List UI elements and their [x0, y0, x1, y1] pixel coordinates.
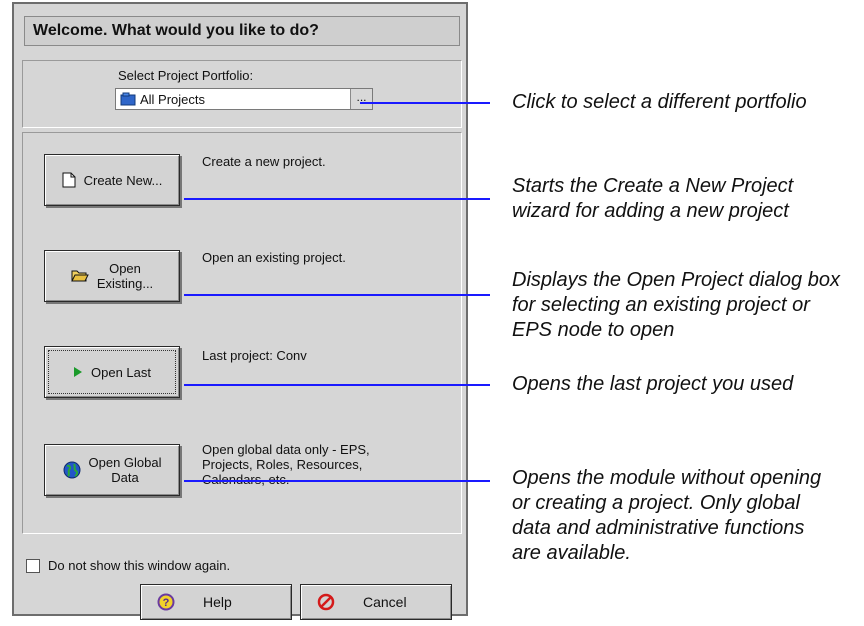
- portfolio-select[interactable]: All Projects ...: [115, 88, 373, 110]
- callout-line-open: [184, 294, 490, 296]
- dialog-title: Welcome. What would you like to do?: [24, 16, 460, 46]
- open-existing-label: Open Existing...: [97, 261, 153, 291]
- open-existing-button[interactable]: Open Existing...: [44, 250, 180, 302]
- globe-icon: [63, 461, 80, 479]
- annotation-global: Opens the module without opening or crea…: [512, 467, 822, 564]
- cancel-icon: [317, 593, 335, 611]
- create-new-button[interactable]: Create New...: [44, 154, 180, 206]
- open-global-data-label-line2: Data: [111, 470, 139, 485]
- portfolio-icon: [120, 92, 136, 106]
- open-existing-description: Open an existing project.: [202, 250, 346, 265]
- do-not-show-label: Do not show this window again.: [48, 558, 231, 573]
- cancel-label: Cancel: [363, 594, 407, 610]
- create-new-label: Create New...: [83, 172, 163, 188]
- svg-text:?: ?: [163, 597, 170, 609]
- create-new-description: Create a new project.: [202, 154, 326, 169]
- welcome-dialog: Welcome. What would you like to do? Sele…: [12, 2, 468, 620]
- open-last-label: Open Last: [91, 364, 151, 380]
- open-folder-icon: [71, 270, 89, 282]
- callout-line-create: [184, 198, 490, 200]
- open-global-data-label-line1: Open Global: [88, 455, 162, 470]
- help-label: Help: [203, 594, 232, 610]
- play-icon: [74, 367, 82, 377]
- new-document-icon: [62, 172, 76, 188]
- open-last-description: Last project: Conv: [202, 348, 307, 363]
- annotation-last: Opens the last project you used: [512, 373, 794, 395]
- callout-line-portfolio: [360, 102, 490, 104]
- cancel-button[interactable]: Cancel: [300, 584, 452, 620]
- open-global-data-label: Open Global Data: [89, 455, 162, 485]
- open-existing-label-line1: Open: [109, 261, 141, 276]
- help-icon: ?: [157, 593, 175, 611]
- callout-line-global: [184, 480, 490, 482]
- portfolio-label: Select Project Portfolio:: [118, 68, 254, 83]
- portfolio-value: All Projects: [140, 92, 206, 107]
- annotation-open: Displays the Open Project dialog box for…: [512, 269, 840, 341]
- help-button[interactable]: ? Help: [140, 584, 292, 620]
- open-global-data-button[interactable]: Open Global Data: [44, 444, 180, 496]
- do-not-show-checkbox[interactable]: [26, 558, 40, 573]
- callout-line-last: [184, 384, 490, 386]
- open-last-button[interactable]: Open Last: [44, 346, 180, 398]
- portfolio-panel: Select Project Portfolio: All Projects .…: [22, 60, 462, 128]
- annotation-create: Starts the Create a New Project wizard f…: [512, 175, 794, 222]
- annotation-portfolio: Click to select a different portfolio: [512, 91, 807, 113]
- open-existing-label-line2: Existing...: [96, 276, 154, 291]
- do-not-show-row[interactable]: Do not show this window again.: [26, 558, 230, 573]
- browse-portfolio-button[interactable]: ...: [350, 89, 372, 109]
